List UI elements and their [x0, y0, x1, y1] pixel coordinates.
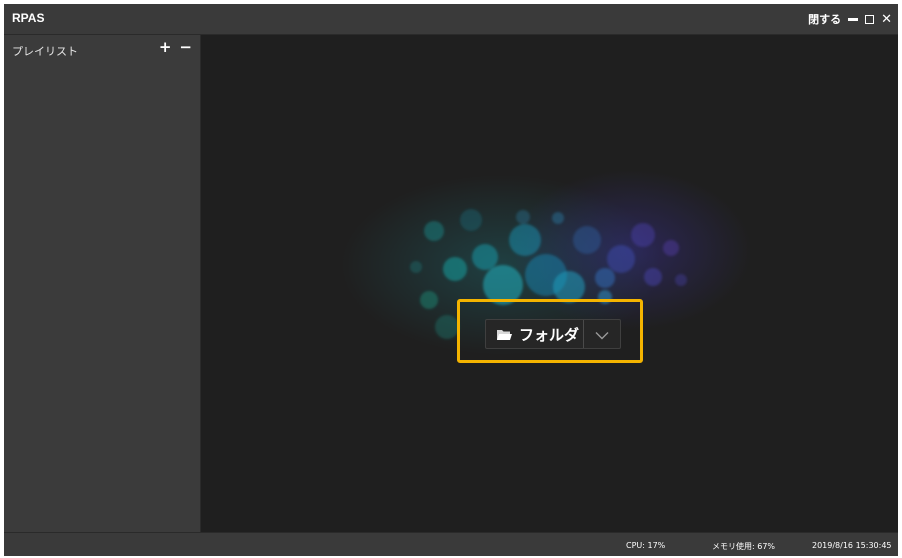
playlist-actions: + −	[159, 38, 192, 56]
status-bar: CPU: 17% メモリ使用: 67% 2019/8/16 15:30:45	[4, 532, 898, 556]
app-title: RPAS	[12, 11, 45, 25]
add-playlist-button[interactable]: +	[159, 38, 172, 56]
player-stage: フォルダ	[201, 35, 898, 532]
folder-dropdown-button[interactable]	[584, 320, 620, 348]
memory-usage: メモリ使用: 67%	[712, 542, 776, 551]
app-window: RPAS 閉する ✕ プレイリスト + − フォルダ CPU: 17% メモリ使…	[4, 4, 898, 556]
chevron-down-icon	[595, 325, 609, 344]
playlist-title: プレイリスト	[12, 45, 78, 58]
cpu-usage: CPU: 17%	[626, 541, 666, 550]
remove-playlist-button[interactable]: −	[179, 38, 192, 56]
datetime: 2019/8/16 15:30:45	[812, 541, 892, 550]
folder-icon	[496, 328, 513, 341]
folder-button-label: フォルダ	[519, 325, 580, 344]
window-controls: 閉する ✕	[808, 10, 892, 28]
close-icon[interactable]: ✕	[881, 13, 892, 26]
maximize-icon[interactable]	[865, 14, 875, 24]
minimize-icon[interactable]	[848, 17, 859, 21]
folder-open-button[interactable]: フォルダ	[486, 320, 584, 348]
playlist-sidebar: プレイリスト + −	[4, 35, 201, 532]
folder-button[interactable]: フォルダ	[485, 319, 621, 349]
close-text-button[interactable]: 閉する	[808, 11, 841, 27]
title-bar: RPAS 閉する ✕	[4, 4, 898, 35]
bokeh-background	[341, 170, 751, 355]
